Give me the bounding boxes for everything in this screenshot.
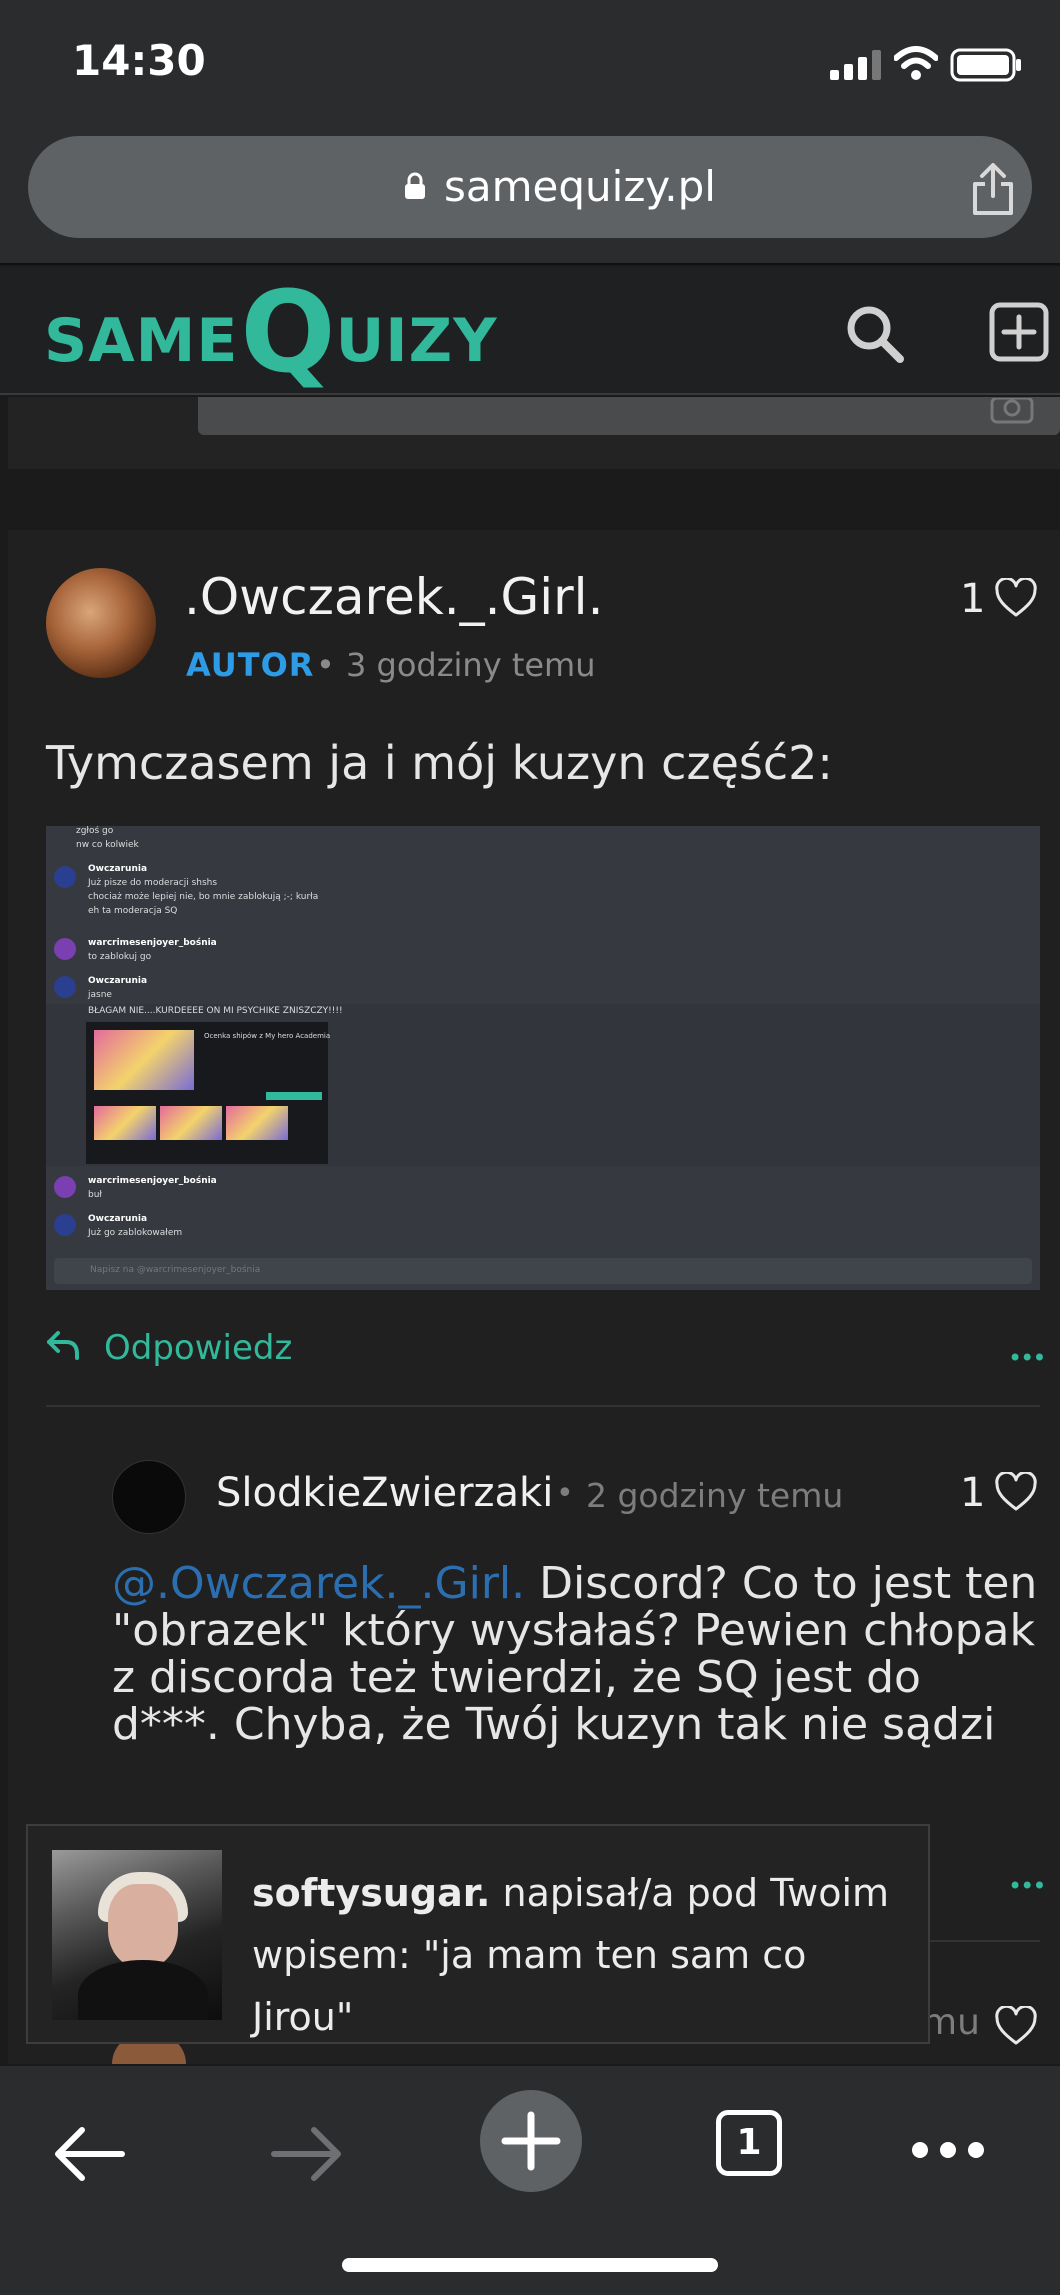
divider (46, 1405, 1040, 1407)
more-menu-icon[interactable] (910, 2140, 986, 2160)
embed-thumbnail (94, 1030, 194, 1090)
battery-icon (950, 48, 1021, 82)
next-comment-timestamp: mu (922, 2002, 980, 2043)
author-badge: AUTOR (186, 646, 315, 684)
comment-like-count: 1 (960, 1470, 986, 1516)
comment-text: @.Owczarek._.Girl. Discord? Co to jest t… (112, 1558, 1038, 1750)
chat-line: chociaż może lepiej nie, bo mnie zabloku… (88, 892, 319, 902)
chat-line: buł (88, 1190, 102, 1200)
chat-line: eh ta moderacja SQ (88, 906, 178, 916)
back-arrow-icon[interactable] (52, 2124, 126, 2184)
camera-icon[interactable] (990, 398, 1034, 424)
tab-switcher-button[interactable]: 1 (716, 2110, 782, 2176)
heart-icon[interactable] (994, 1472, 1038, 1512)
chat-username: warcrimesenjoyer_bośnia (88, 938, 217, 948)
chat-input-bar: Napisz na @warcrimesenjoyer_bośnia (54, 1258, 1032, 1284)
cellular-signal-icon (830, 50, 881, 80)
embed-title: Ocenka shipów z My hero Academia (204, 1032, 331, 1040)
post-text: Tymczasem ja i mój kuzyn część2: (46, 736, 833, 790)
reply-button[interactable]: Odpowiedz (104, 1328, 292, 1368)
lock-icon (405, 172, 425, 199)
separator-dot: • (316, 646, 335, 684)
notification-text: softysugar. napisał/a pod Twoim wpisem: … (252, 1871, 890, 2039)
separator-dot: • (556, 1476, 574, 1511)
chat-line: zgłoś go (76, 826, 114, 836)
previous-reply-box (198, 397, 1060, 435)
chat-avatar (54, 1214, 76, 1236)
chat-line: Już pisze do moderacji shshs (88, 878, 218, 888)
notification-avatar (52, 1850, 222, 2020)
post-timestamp: 3 godziny temu (346, 646, 596, 684)
notification-username: softysugar. (252, 1871, 491, 1915)
forward-arrow-icon[interactable] (270, 2124, 344, 2184)
heart-icon[interactable] (994, 578, 1038, 618)
comment-author-name[interactable]: SlodkieZwierzaki (216, 1470, 553, 1516)
post-like-count: 1 (960, 576, 986, 622)
comment-more-button[interactable]: ••• (1008, 1872, 1046, 1900)
commenter-avatar[interactable] (112, 1460, 186, 1534)
chat-avatar (54, 976, 76, 998)
browser-url-area: samequizy.pl (0, 130, 1060, 265)
chat-line: BŁAGAM NIE....KURDEEEE ON MI PSYCHIKE ZN… (88, 1006, 343, 1016)
address-bar[interactable]: samequizy.pl (28, 136, 1032, 238)
chat-line: nw co kolwiek (76, 840, 139, 850)
status-time: 14:30 (72, 36, 206, 85)
chat-line: Już go zablokowałem (88, 1228, 183, 1238)
share-icon[interactable] (970, 162, 1016, 216)
status-bar: 14:30 (0, 0, 1060, 130)
post-image[interactable]: zgłoś go nw co kolwiek Owczarunia Już pi… (46, 826, 1040, 1290)
embed-thumbnail (160, 1106, 222, 1140)
reply-icon[interactable] (46, 1330, 80, 1360)
notification-toast[interactable]: softysugar. napisał/a pod Twoim wpisem: … (26, 1824, 930, 2044)
chat-embed: Ocenka shipów z My hero Academia (86, 1022, 331, 1164)
wifi-icon (894, 46, 938, 80)
chat-input-placeholder: Napisz na @warcrimesenjoyer_bośnia (90, 1265, 261, 1275)
heart-icon[interactable] (994, 2006, 1038, 2046)
chat-username: Owczarunia (88, 976, 148, 986)
chat-avatar (54, 866, 76, 888)
chat-username: warcrimesenjoyer_bośnia (88, 1176, 217, 1186)
search-icon[interactable] (844, 303, 906, 365)
chat-avatar (54, 938, 76, 960)
post-more-button[interactable]: ••• (1008, 1344, 1046, 1372)
mention-link[interactable]: @.Owczarek._.Girl. (112, 1558, 525, 1609)
chat-avatar (54, 1176, 76, 1198)
embed-button (266, 1092, 322, 1100)
plus-icon (501, 2111, 561, 2171)
comment-timestamp: 2 godziny temu (586, 1476, 844, 1515)
chat-username: Owczarunia (88, 1214, 148, 1224)
chat-line: to zablokuj go (88, 952, 152, 962)
samequizy-logo[interactable]: SAME Q UIZY (44, 273, 498, 389)
site-header: SAME Q UIZY (0, 267, 1060, 395)
post-author-name[interactable]: .Owczarek._.Girl. (184, 568, 603, 626)
author-avatar[interactable] (46, 568, 156, 678)
url-text: samequizy.pl (444, 162, 716, 211)
embed-thumbnail (226, 1106, 288, 1140)
chat-username: Owczarunia (88, 864, 148, 874)
new-tab-button[interactable] (480, 2090, 582, 2192)
chat-line: jasne (88, 990, 112, 1000)
home-indicator[interactable] (342, 2258, 718, 2272)
embed-thumbnail (94, 1106, 156, 1140)
add-quiz-icon[interactable] (988, 301, 1050, 363)
